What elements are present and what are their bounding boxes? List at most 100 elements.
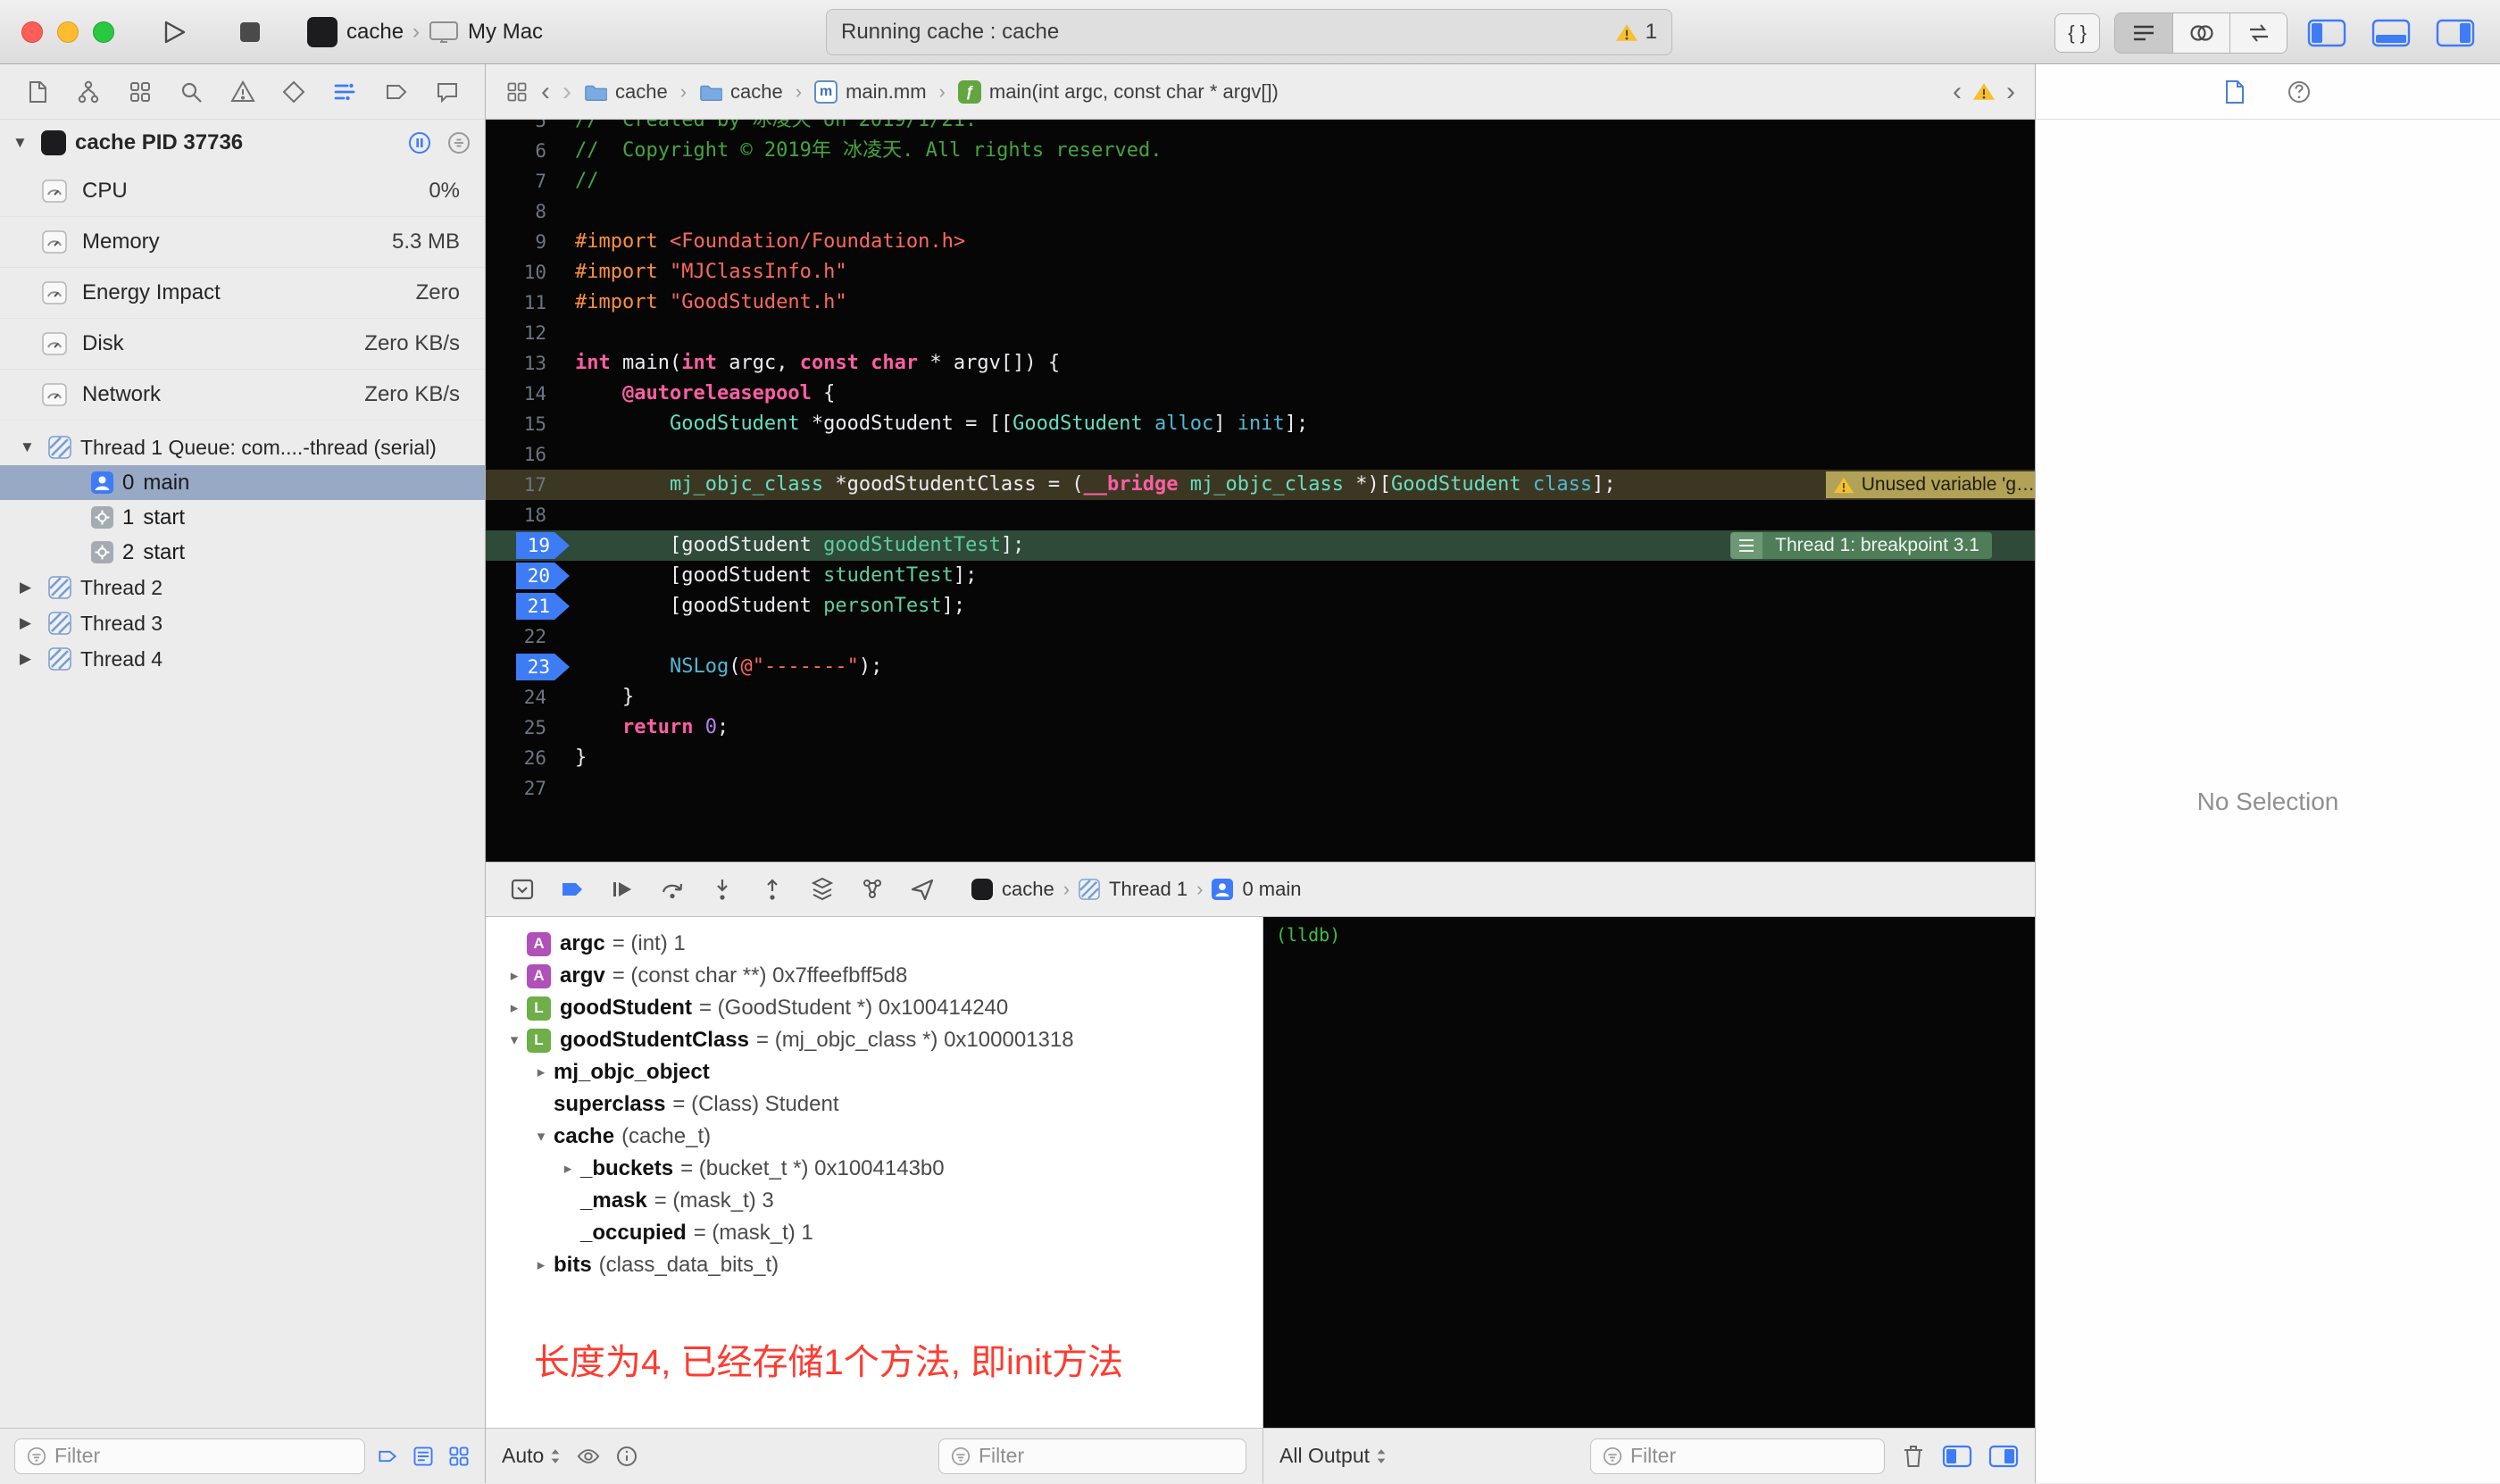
- variable-row[interactable]: ▸bits(class_data_bits_t): [486, 1249, 1262, 1281]
- stack-frame-row[interactable]: 1start: [0, 500, 485, 535]
- gauge-row-network[interactable]: NetworkZero KB/s: [0, 370, 485, 421]
- disclosure-triangle[interactable]: ▶: [20, 650, 39, 668]
- version-editor-button[interactable]: [2229, 13, 2287, 53]
- code-line[interactable]: 13int main(int argc, const char * argv[]…: [486, 348, 2035, 379]
- symbol-navigator-icon[interactable]: [126, 78, 154, 106]
- code-line[interactable]: 23 NSLog(@"-------");: [486, 652, 2035, 682]
- breakpoints-toggle-icon[interactable]: [557, 875, 588, 904]
- variables-filter-input[interactable]: Filter: [938, 1438, 1246, 1474]
- code-area[interactable]: 5// Created by 冰凌天 on 2019/1/21.6// Copy…: [486, 120, 2035, 862]
- disclosure-triangle[interactable]: ▸: [529, 1256, 554, 1274]
- zoom-window-button[interactable]: [93, 21, 114, 43]
- thread-row[interactable]: ▶Thread 2: [0, 570, 485, 605]
- info-icon[interactable]: [615, 1445, 638, 1468]
- breadcrumb-file[interactable]: m main.mm: [814, 80, 926, 104]
- line-number-gutter[interactable]: 17: [486, 470, 571, 500]
- gauge-row-disk[interactable]: DiskZero KB/s: [0, 319, 485, 370]
- debug-crumb-thread[interactable]: Thread 1: [1109, 878, 1188, 901]
- breakpoint-marker[interactable]: 20: [516, 563, 570, 589]
- line-number-gutter[interactable]: 12: [486, 318, 571, 348]
- console-filter-input[interactable]: Filter: [1590, 1438, 1885, 1474]
- code-line[interactable]: 19 [goodStudent goodStudentTest];Thread …: [486, 530, 2035, 561]
- code-line[interactable]: 20 [goodStudent studentTest];: [486, 561, 2035, 591]
- line-number-gutter[interactable]: 21: [486, 591, 571, 621]
- code-line[interactable]: 12: [486, 318, 2035, 348]
- code-line[interactable]: 25 return 0;: [486, 713, 2035, 743]
- line-number-gutter[interactable]: 20: [486, 561, 571, 591]
- code-line[interactable]: 24 }: [486, 682, 2035, 713]
- simulate-location-icon[interactable]: [907, 875, 938, 904]
- toggle-navigator-button[interactable]: [2302, 13, 2352, 53]
- line-number-gutter[interactable]: 25: [486, 713, 571, 743]
- line-number-gutter[interactable]: 18: [486, 500, 571, 530]
- stack-frame-row[interactable]: 0main: [0, 465, 485, 500]
- navigator-filter-input[interactable]: Filter: [14, 1438, 365, 1474]
- line-number-gutter[interactable]: 22: [486, 621, 571, 652]
- disclosure-triangle[interactable]: ▸: [555, 1160, 580, 1178]
- code-line[interactable]: 5// Created by 冰凌天 on 2019/1/21.: [486, 120, 2035, 136]
- report-navigator-icon[interactable]: [433, 78, 462, 106]
- disclosure-triangle[interactable]: ▼: [12, 134, 32, 152]
- stack-frame-row[interactable]: 2start: [0, 535, 485, 570]
- line-number-gutter[interactable]: 27: [486, 773, 571, 804]
- thread-row[interactable]: ▶Thread 4: [0, 641, 485, 677]
- variable-row[interactable]: ▸Aargv= (const char **) 0x7ffeefbff5d8: [486, 960, 1262, 992]
- disclosure-triangle[interactable]: ▸: [502, 967, 527, 985]
- show-variables-view-icon[interactable]: [1942, 1445, 1972, 1468]
- line-number-gutter[interactable]: 9: [486, 227, 571, 257]
- show-console-view-icon[interactable]: [1988, 1445, 2019, 1468]
- code-line[interactable]: 17 mj_objc_class *goodStudentClass = (__…: [486, 470, 2035, 500]
- console-output-selector[interactable]: All Output: [1279, 1444, 1388, 1468]
- project-navigator-icon[interactable]: [23, 78, 52, 106]
- line-number-gutter[interactable]: 11: [486, 288, 571, 318]
- variable-row[interactable]: _occupied= (mask_t) 1: [486, 1217, 1262, 1249]
- minimize-window-button[interactable]: [57, 21, 79, 43]
- test-navigator-icon[interactable]: [279, 78, 308, 106]
- line-number-gutter[interactable]: 5: [486, 120, 571, 136]
- code-snippets-button[interactable]: { }: [2054, 13, 2100, 53]
- go-back-button[interactable]: ‹: [541, 79, 550, 105]
- issue-navigator-icon[interactable]: [229, 78, 257, 106]
- disclosure-triangle[interactable]: ▸: [502, 999, 527, 1017]
- code-line[interactable]: 7//: [486, 166, 2035, 196]
- breakpoint-hit-badge[interactable]: Thread 1: breakpoint 3.1: [1730, 532, 1992, 559]
- variable-row[interactable]: _mask= (mask_t) 3: [486, 1185, 1262, 1217]
- warning-count-badge[interactable]: 1: [1615, 20, 1657, 45]
- next-issue-button[interactable]: ›: [2006, 79, 2015, 105]
- memory-graph-icon[interactable]: [857, 875, 888, 904]
- quicklook-eye-icon[interactable]: [576, 1445, 601, 1468]
- gauge-row-cpu[interactable]: CPU0%: [0, 166, 485, 217]
- line-number-gutter[interactable]: 7: [486, 166, 571, 196]
- run-button[interactable]: [154, 13, 193, 52]
- line-number-gutter[interactable]: 24: [486, 682, 571, 713]
- previous-issue-button[interactable]: ‹: [1953, 79, 1962, 105]
- variable-row[interactable]: ▾cache(cache_t): [486, 1121, 1262, 1153]
- source-control-navigator-icon[interactable]: [74, 78, 103, 106]
- gauge-row-memory[interactable]: Memory5.3 MB: [0, 217, 485, 268]
- code-line[interactable]: 21 [goodStudent personTest];: [486, 591, 2035, 621]
- disclosure-triangle[interactable]: ▼: [20, 438, 39, 456]
- console-view[interactable]: (lldb): [1263, 917, 2035, 1428]
- code-line[interactable]: 15 GoodStudent *goodStudent = [[GoodStud…: [486, 409, 2035, 439]
- variable-row[interactable]: ▸mj_objc_object: [486, 1056, 1262, 1088]
- code-line[interactable]: 14 @autoreleasepool {: [486, 379, 2035, 409]
- debug-crumb-process[interactable]: cache: [1002, 878, 1054, 901]
- line-number-gutter[interactable]: 14: [486, 379, 571, 409]
- breakpoint-marker[interactable]: 23: [516, 654, 570, 680]
- variable-row[interactable]: ▾LgoodStudentClass= (mj_objc_class *) 0x…: [486, 1024, 1262, 1056]
- variable-row[interactable]: ▸_buckets= (bucket_t *) 0x1004143b0: [486, 1153, 1262, 1185]
- line-number-gutter[interactable]: 15: [486, 409, 571, 439]
- variable-row[interactable]: Aargc= (int) 1: [486, 928, 1262, 960]
- line-number-gutter[interactable]: 19: [486, 530, 571, 561]
- step-into-icon[interactable]: [707, 875, 738, 904]
- line-number-gutter[interactable]: 26: [486, 743, 571, 773]
- code-line[interactable]: 10#import "MJClassInfo.h": [486, 257, 2035, 288]
- issue-warning-icon[interactable]: [1972, 81, 1996, 102]
- hide-debug-area-icon[interactable]: [507, 875, 538, 904]
- line-number-gutter[interactable]: 6: [486, 136, 571, 166]
- code-line[interactable]: 8: [486, 196, 2035, 227]
- toggle-inspector-button[interactable]: [2430, 13, 2480, 53]
- disclosure-triangle[interactable]: ▾: [529, 1128, 554, 1146]
- variable-scope-selector[interactable]: Auto: [502, 1444, 562, 1468]
- line-number-gutter[interactable]: 13: [486, 348, 571, 379]
